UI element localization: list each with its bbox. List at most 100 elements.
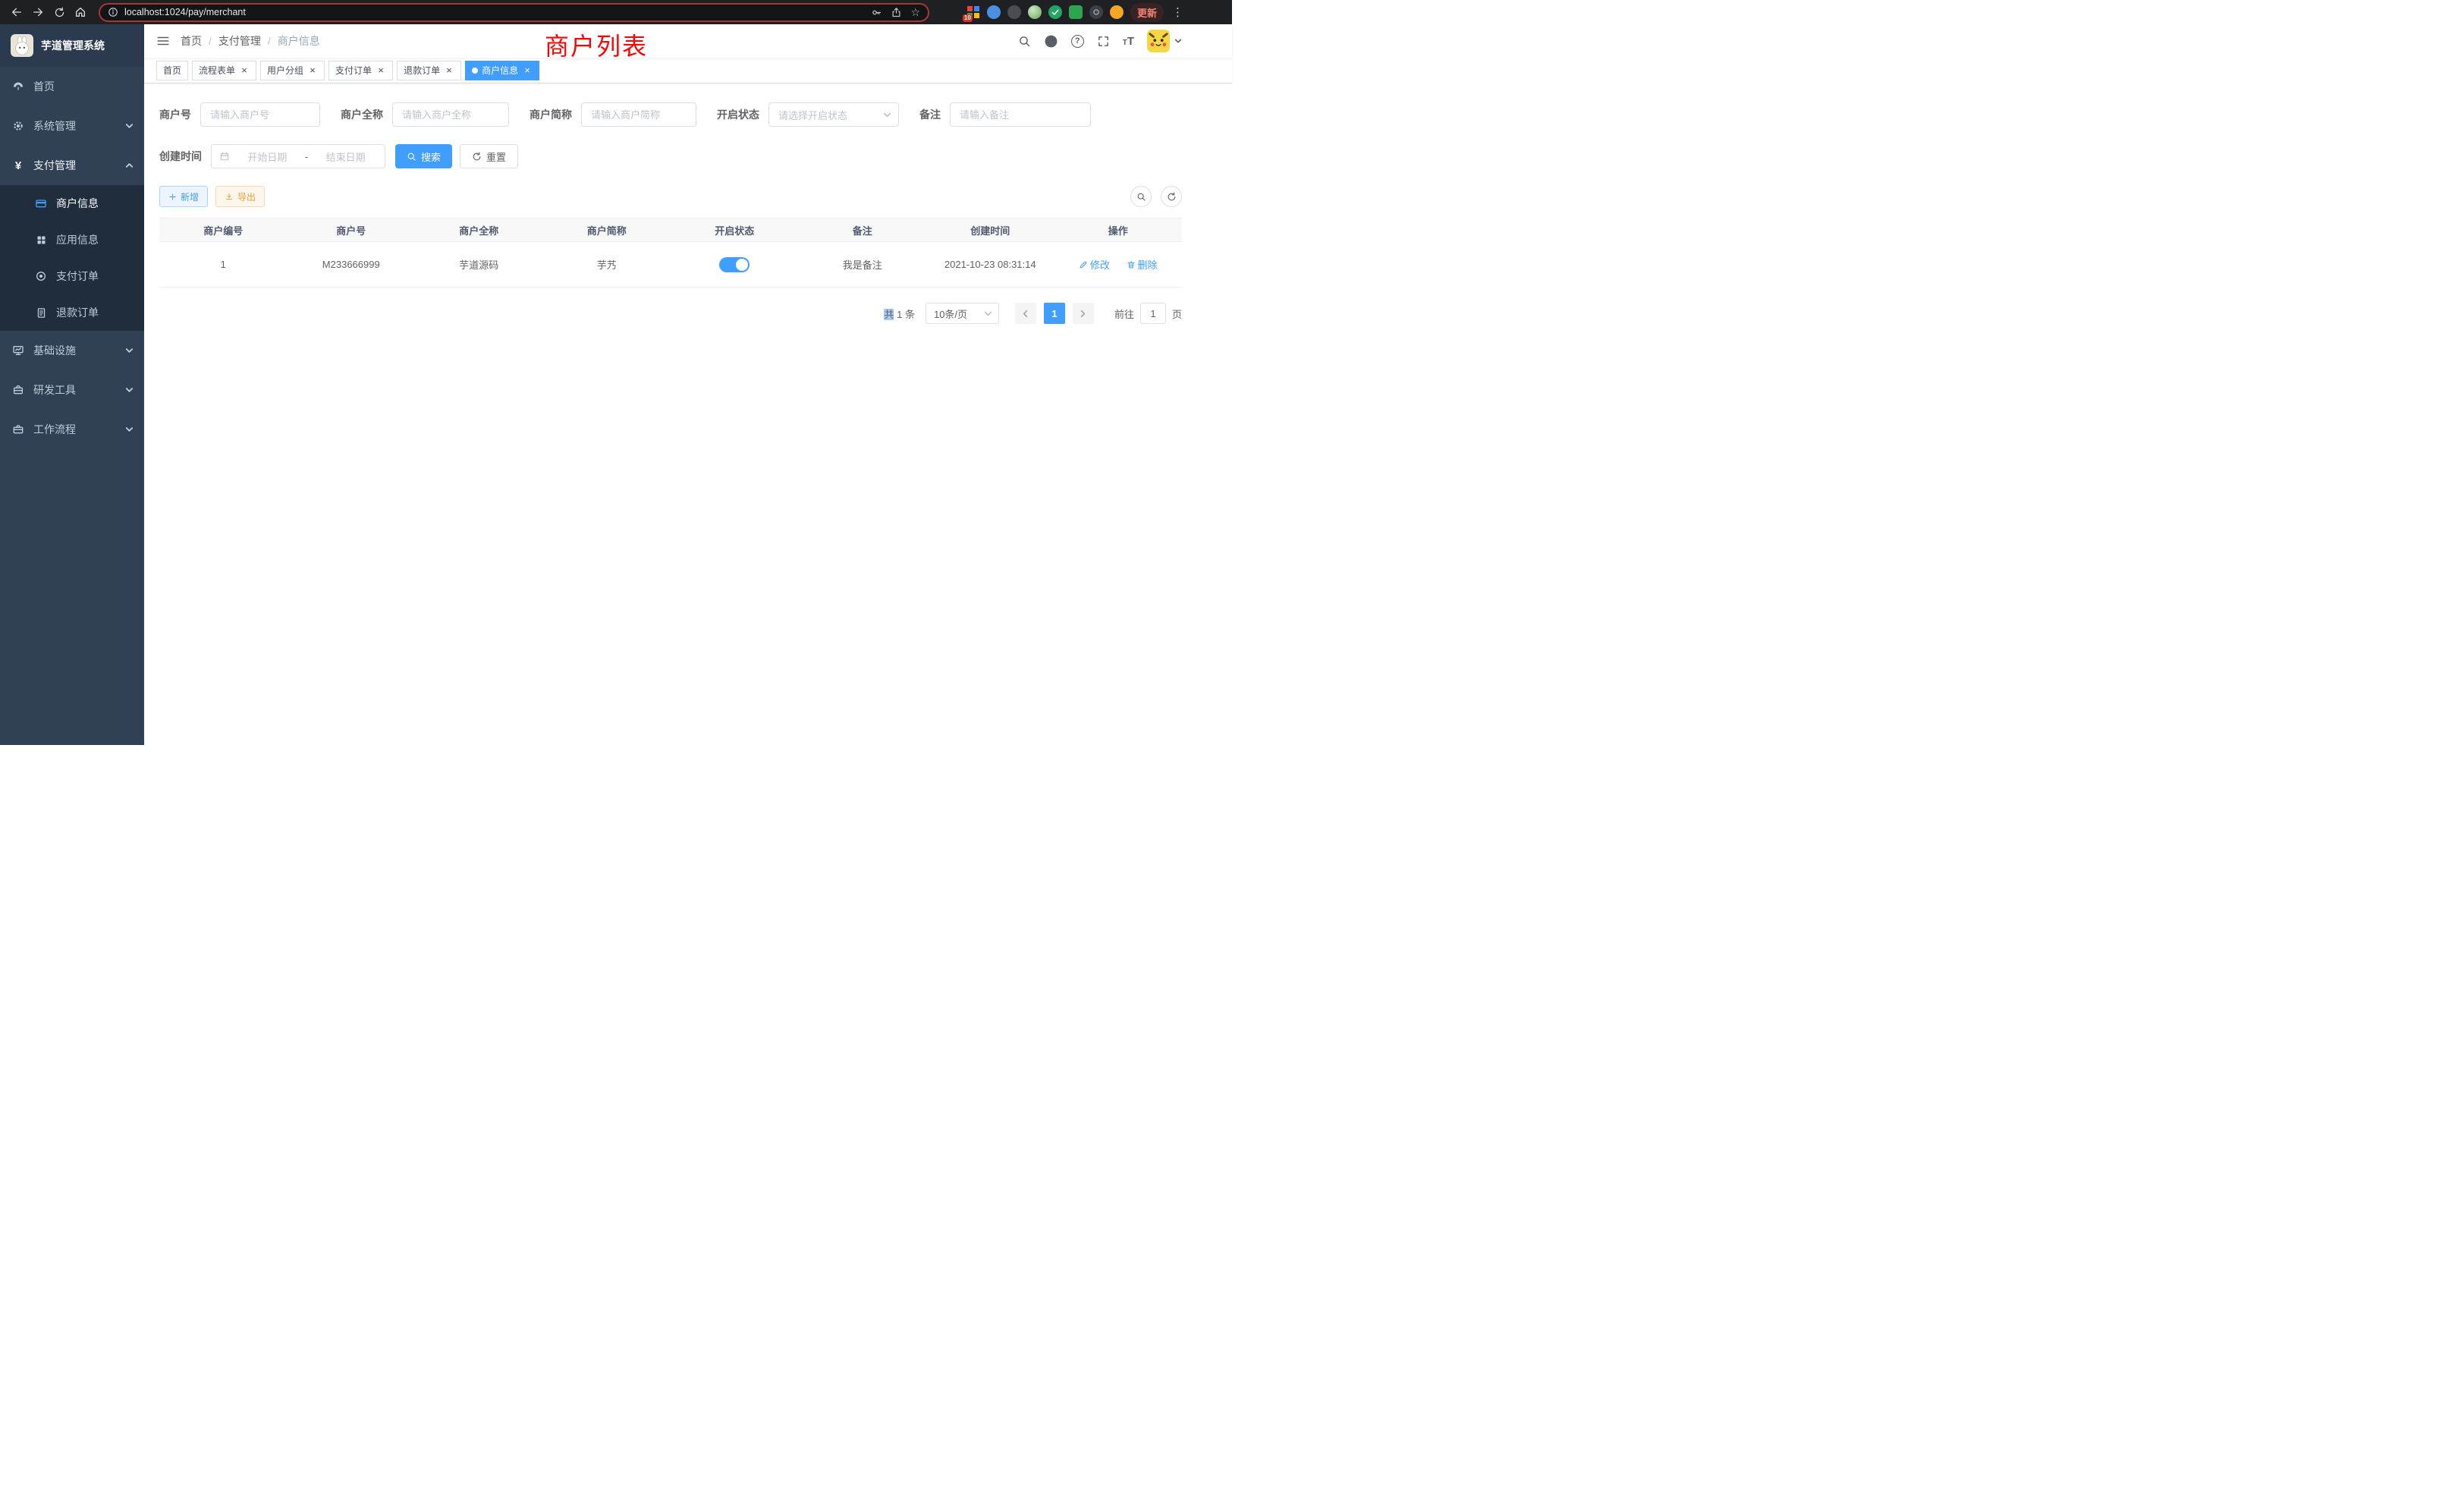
- sidebar-item-refund-order[interactable]: 退款订单: [0, 294, 144, 331]
- tab-refund-order[interactable]: 退款订单 ×: [397, 61, 461, 80]
- extensions-grid-icon[interactable]: 10: [966, 5, 980, 19]
- next-page-button[interactable]: [1073, 303, 1094, 324]
- edit-link[interactable]: 修改: [1079, 257, 1110, 272]
- bookmark-star-icon[interactable]: ☆: [910, 7, 920, 17]
- status-toggle[interactable]: [719, 257, 750, 272]
- page-button-1[interactable]: 1: [1044, 303, 1065, 324]
- password-key-icon[interactable]: [871, 7, 882, 18]
- user-menu[interactable]: [1147, 30, 1182, 52]
- check-extension-icon[interactable]: [1048, 5, 1062, 19]
- extension-badge: 10: [963, 14, 973, 22]
- tab-close-icon[interactable]: ×: [239, 65, 250, 76]
- search-icon[interactable]: [1018, 35, 1031, 48]
- status-select-placeholder: 请选择开启状态: [778, 108, 847, 122]
- site-info-icon[interactable]: [108, 7, 118, 17]
- cell-remark: 我是备注: [799, 242, 927, 288]
- pay-submenu: 商户信息 应用信息 支付订单: [0, 185, 144, 331]
- prev-page-button[interactable]: [1015, 303, 1036, 324]
- merchant-no-input[interactable]: [200, 102, 320, 127]
- browser-chrome: localhost:1024/pay/merchant ☆ 10: [0, 0, 1232, 24]
- logo[interactable]: 芋道管理系统: [0, 24, 144, 67]
- sidebar-item-merchant-info[interactable]: 商户信息: [0, 185, 144, 222]
- goto-unit: 页: [1172, 306, 1182, 321]
- cell-create-time: 2021-10-23 08:31:14: [926, 242, 1054, 288]
- date-range-separator: -: [305, 151, 308, 162]
- grid-icon: [35, 234, 47, 246]
- sidebar-item-app-info[interactable]: 应用信息: [0, 222, 144, 258]
- tab-pay-order[interactable]: 支付订单 ×: [328, 61, 393, 80]
- tab-home[interactable]: 首页: [156, 61, 188, 80]
- remark-input[interactable]: [950, 102, 1091, 127]
- font-size-icon[interactable]: TT: [1123, 36, 1134, 47]
- date-range-picker[interactable]: 开始日期 - 结束日期: [211, 144, 385, 168]
- document-icon: [35, 306, 47, 319]
- export-button[interactable]: 导出: [215, 186, 265, 207]
- briefcase-icon: [12, 423, 24, 435]
- column-header: 商户简称: [543, 218, 671, 242]
- browser-menu-icon[interactable]: ⋮: [1171, 5, 1185, 19]
- breadcrumb-section[interactable]: 支付管理: [218, 33, 261, 49]
- github-icon[interactable]: [1044, 34, 1058, 49]
- toggle-search-button[interactable]: [1130, 186, 1152, 207]
- column-header: 创建时间: [926, 218, 1054, 242]
- sidebar-item-label: 支付订单: [56, 269, 99, 284]
- filter-status: 开启状态 请选择开启状态: [717, 102, 899, 127]
- tab-close-icon[interactable]: ×: [307, 65, 318, 76]
- sidebar-item-infra[interactable]: 基础设施: [0, 331, 144, 370]
- url-bar[interactable]: localhost:1024/pay/merchant ☆: [99, 3, 929, 22]
- tab-process-form[interactable]: 流程表单 ×: [192, 61, 256, 80]
- help-icon[interactable]: ?: [1071, 35, 1084, 48]
- reset-button[interactable]: 重置: [460, 144, 518, 168]
- fullscreen-icon[interactable]: [1097, 35, 1110, 48]
- filter-short-name: 商户简称: [530, 102, 696, 127]
- sidebar-item-dev-tools[interactable]: 研发工具: [0, 370, 144, 410]
- active-tab-dot: [472, 68, 478, 74]
- drop-extension-icon[interactable]: [987, 5, 1001, 19]
- gear-icon: [12, 120, 24, 132]
- home-icon[interactable]: [71, 3, 90, 21]
- avatar-extension-icon[interactable]: [1028, 5, 1042, 19]
- sidebar-item-system[interactable]: 系统管理: [0, 106, 144, 146]
- sidebar-item-home[interactable]: 首页: [0, 67, 144, 106]
- share-icon[interactable]: [891, 7, 902, 18]
- search-button[interactable]: 搜索: [395, 144, 452, 168]
- sidebar-item-label: 应用信息: [56, 232, 99, 247]
- yen-icon: ¥: [12, 159, 24, 171]
- status-select[interactable]: 请选择开启状态: [768, 102, 899, 127]
- sidebar-menu: 首页 系统管理 ¥ 支付管理: [0, 67, 144, 449]
- sidebar-item-pay[interactable]: ¥ 支付管理: [0, 146, 144, 185]
- logo-title: 芋道管理系统: [41, 38, 105, 53]
- page-content: 商户号 商户全称 商户简称 开启状态 请选择开启状态: [144, 83, 1232, 745]
- emoji-extension-icon[interactable]: [1110, 5, 1124, 19]
- goto-label: 前往: [1114, 306, 1134, 321]
- green-square-extension-icon[interactable]: [1069, 5, 1083, 19]
- forward-icon[interactable]: [29, 3, 47, 21]
- tab-close-icon[interactable]: ×: [444, 65, 454, 76]
- page-size-select[interactable]: 10条/页: [926, 303, 999, 324]
- update-button[interactable]: 更新: [1130, 3, 1164, 22]
- merchant-table: 商户编号 商户号 商户全称 商户简称 开启状态 备注 创建时间 操作 1: [159, 218, 1182, 288]
- refresh-button[interactable]: [1161, 186, 1182, 207]
- filter-label: 商户全称: [341, 107, 383, 122]
- main-area: 商户列表 首页 / 支付管理 / 商户信息: [144, 24, 1232, 745]
- reload-icon[interactable]: [50, 3, 68, 21]
- sidebar: 芋道管理系统 首页 系统管理: [0, 24, 144, 745]
- tab-merchant-info[interactable]: 商户信息 ×: [465, 61, 539, 80]
- breadcrumb-home[interactable]: 首页: [181, 33, 202, 49]
- hamburger-icon[interactable]: [156, 34, 170, 48]
- back-icon[interactable]: [8, 3, 26, 21]
- add-button[interactable]: 新增: [159, 186, 208, 207]
- sidebar-item-workflow[interactable]: 工作流程: [0, 410, 144, 449]
- table-row: 1 M233666999 芋道源码 芋艿 我是备注 2021-10-23 08:…: [159, 242, 1182, 288]
- sidebar-item-pay-order[interactable]: 支付订单: [0, 258, 144, 294]
- delete-link[interactable]: 删除: [1127, 257, 1158, 272]
- chevron-down-icon: [125, 386, 134, 395]
- tab-close-icon[interactable]: ×: [522, 65, 533, 76]
- dark-extension-icon[interactable]: [1007, 5, 1021, 19]
- tab-close-icon[interactable]: ×: [376, 65, 386, 76]
- short-name-input[interactable]: [581, 102, 696, 127]
- tab-user-group[interactable]: 用户分组 ×: [260, 61, 325, 80]
- full-name-input[interactable]: [392, 102, 509, 127]
- tool-extension-icon[interactable]: [1089, 5, 1103, 19]
- goto-page-input[interactable]: [1140, 303, 1166, 324]
